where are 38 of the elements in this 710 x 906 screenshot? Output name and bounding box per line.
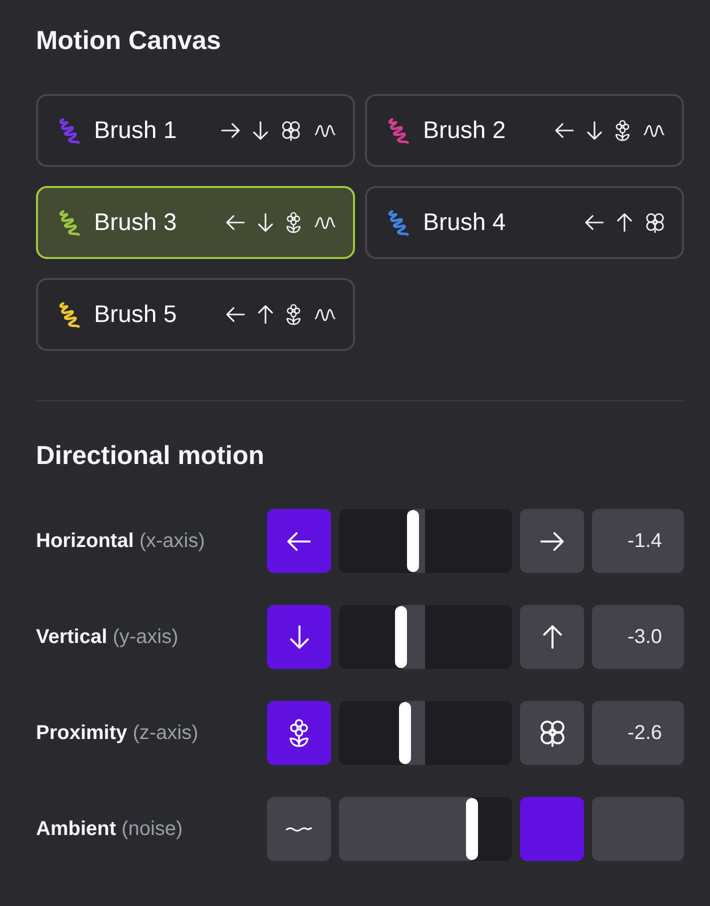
value-field[interactable]: -3.0 — [592, 605, 684, 669]
value-field[interactable] — [592, 797, 684, 861]
brush-button[interactable]: Brush 1 — [36, 94, 355, 167]
toggle-button[interactable] — [520, 605, 584, 669]
toggle-button[interactable] — [267, 797, 331, 861]
clover-icon — [538, 719, 566, 747]
toggle-button[interactable] — [267, 605, 331, 669]
arrow-up-icon — [542, 625, 562, 649]
tilde-icon — [285, 826, 313, 832]
brush-button[interactable]: Brush 4 — [365, 186, 684, 259]
brush-button[interactable]: Brush 3 — [36, 186, 355, 259]
axis-label: Horizontal (x-axis) — [36, 530, 205, 552]
slider-thumb[interactable] — [466, 798, 478, 860]
value-field[interactable]: -1.4 — [592, 509, 684, 573]
flower-icon — [289, 719, 309, 747]
toggle-button[interactable] — [267, 701, 331, 765]
value-field[interactable]: -2.6 — [592, 701, 684, 765]
toggle-button[interactable] — [267, 509, 331, 573]
arrow-left-icon — [287, 532, 311, 550]
toggle-button[interactable] — [520, 797, 584, 861]
brush-button[interactable]: Brush 5 — [36, 278, 355, 351]
axis-label: Vertical (y-axis) — [36, 626, 178, 648]
toggle-button[interactable] — [520, 509, 584, 573]
slider-thumb[interactable] — [398, 702, 411, 764]
brush-button[interactable]: Brush 2 — [365, 94, 684, 167]
page-title: Motion Canvas — [36, 24, 221, 56]
arrow-right-icon — [540, 532, 564, 550]
toggle-button[interactable] — [520, 701, 584, 765]
axis-label: Ambient (noise) — [36, 818, 183, 840]
slider-track[interactable] — [339, 605, 512, 669]
arrow-down-icon — [290, 625, 308, 649]
slider-thumb[interactable] — [407, 510, 420, 572]
section-title: Directional motion — [36, 439, 264, 471]
slider-track[interactable] — [339, 797, 512, 861]
slider-track[interactable] — [339, 701, 512, 765]
axis-label: Proximity (z-axis) — [36, 722, 198, 744]
slider-thumb[interactable] — [395, 606, 408, 668]
slider-track[interactable] — [339, 509, 512, 573]
